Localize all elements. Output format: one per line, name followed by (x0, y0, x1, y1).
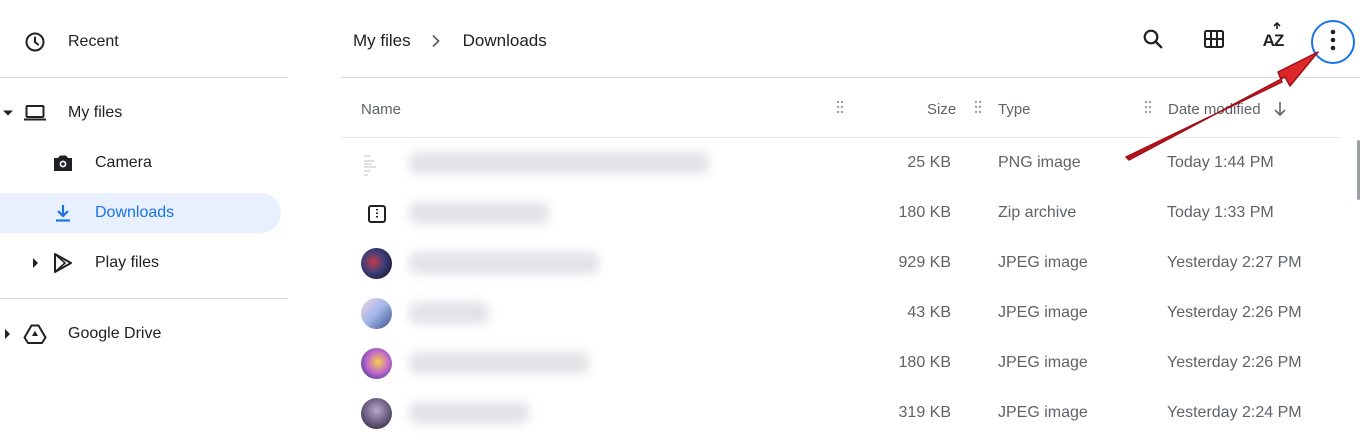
file-size: 929 KB (898, 254, 951, 271)
column-header-date-label: Date modified (1168, 100, 1261, 118)
expand-arrow-icon[interactable] (33, 258, 38, 268)
image-thumbnail (361, 348, 392, 379)
file-type: JPEG image (998, 254, 1088, 271)
file-type: JPEG image (998, 354, 1088, 371)
file-row[interactable]: 43 KB JPEG image Yesterday 2:26 PM (341, 288, 1341, 338)
image-thumbnail (361, 398, 392, 429)
file-date: Yesterday 2:26 PM (1167, 354, 1302, 371)
breadcrumb-downloads[interactable]: Downloads (463, 31, 547, 51)
sidebar-item-downloads[interactable]: Downloads (0, 193, 281, 233)
file-date: Today 1:33 PM (1167, 204, 1274, 221)
clock-icon (23, 30, 47, 54)
file-date: Today 1:44 PM (1167, 154, 1274, 171)
file-size: 25 KB (907, 154, 951, 171)
file-name-blurred (409, 402, 529, 424)
sidebar-item-my-files[interactable]: My files (0, 93, 288, 133)
column-header-name[interactable]: Name (361, 99, 401, 119)
chevron-right-icon (431, 34, 441, 48)
grid-view-icon (1203, 28, 1225, 55)
file-name-blurred (409, 352, 589, 374)
more-vert-icon (1330, 29, 1336, 56)
expand-arrow-icon[interactable] (3, 110, 13, 116)
column-header-type[interactable]: Type (998, 99, 1031, 119)
column-header-date[interactable]: Date modified (1168, 99, 1287, 119)
file-date: Yesterday 2:27 PM (1167, 254, 1302, 271)
breadcrumb-my-files[interactable]: My files (353, 31, 411, 51)
sort-az-icon: AZ (1263, 22, 1284, 51)
file-name-blurred (409, 302, 489, 324)
sidebar: Recent My files Camera Downloads Play fi… (0, 0, 300, 429)
sidebar-item-label: My files (68, 104, 123, 121)
expand-arrow-icon[interactable] (5, 329, 10, 339)
sidebar-item-camera[interactable]: Camera (0, 143, 288, 183)
file-type: Zip archive (998, 204, 1077, 221)
sidebar-item-label: Camera (95, 154, 152, 171)
more-options-button[interactable] (1311, 20, 1355, 64)
file-row[interactable]: 929 KB JPEG image Yesterday 2:27 PM (341, 238, 1341, 288)
grid-view-button[interactable] (1193, 20, 1235, 62)
file-size: 319 KB (898, 404, 951, 421)
file-name-blurred (409, 252, 599, 274)
sidebar-item-label: Downloads (95, 204, 175, 221)
camera-icon (51, 151, 75, 175)
column-resize-handle[interactable] (974, 100, 982, 114)
file-date: Yesterday 2:26 PM (1167, 304, 1302, 321)
sidebar-item-label: Play files (95, 254, 160, 271)
search-icon (1142, 28, 1164, 55)
file-name-blurred (409, 152, 709, 174)
sidebar-item-recent[interactable]: Recent (0, 22, 288, 62)
sidebar-divider (0, 298, 288, 299)
file-size: 180 KB (898, 354, 951, 371)
sidebar-item-play-files[interactable]: Play files (0, 243, 288, 283)
file-type: JPEG image (998, 404, 1088, 421)
column-resize-handle[interactable] (836, 100, 844, 114)
file-date: Yesterday 2:24 PM (1167, 404, 1302, 421)
sidebar-divider (0, 77, 288, 78)
file-name-blurred (409, 202, 549, 224)
play-store-icon (51, 251, 75, 275)
sort-button[interactable]: AZ (1252, 20, 1294, 62)
sidebar-item-google-drive[interactable]: Google Drive (0, 314, 288, 354)
breadcrumb: My files Downloads (353, 30, 547, 52)
download-icon (51, 201, 75, 225)
header-divider (341, 77, 1360, 78)
zip-icon (361, 198, 392, 229)
sort-descending-icon (1273, 102, 1286, 117)
column-header-size[interactable]: Size (927, 99, 956, 119)
file-row[interactable]: 180 KB JPEG image Yesterday 2:26 PM (341, 338, 1341, 388)
png-thumbnail (361, 148, 392, 179)
file-row[interactable]: 25 KB PNG image Today 1:44 PM (341, 138, 1341, 188)
sidebar-item-label: Recent (68, 33, 119, 50)
column-resize-handle[interactable] (1144, 100, 1152, 114)
laptop-icon (23, 101, 47, 125)
file-size: 43 KB (907, 304, 951, 321)
image-thumbnail (361, 298, 392, 329)
image-thumbnail (361, 248, 392, 279)
file-size: 180 KB (898, 204, 951, 221)
google-drive-icon (23, 322, 47, 346)
file-type: PNG image (998, 154, 1081, 171)
file-row[interactable]: 180 KB Zip archive Today 1:33 PM (341, 188, 1341, 238)
file-type: JPEG image (998, 304, 1088, 321)
file-row[interactable]: 319 KB JPEG image Yesterday 2:24 PM (341, 388, 1341, 438)
search-button[interactable] (1132, 20, 1174, 62)
sidebar-item-label: Google Drive (68, 325, 162, 342)
